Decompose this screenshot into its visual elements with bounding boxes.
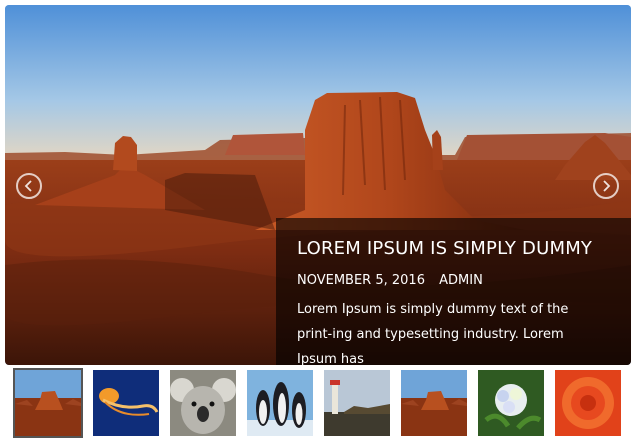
chevron-left-icon — [24, 180, 32, 192]
caption-text: Lorem Ipsum is simply dummy text of the … — [297, 302, 569, 365]
slider-next-button[interactable] — [593, 173, 619, 199]
thumbnail-koala[interactable] — [170, 370, 236, 436]
thumbnail-strip — [13, 368, 635, 440]
slider-prev-button[interactable] — [16, 173, 42, 199]
chrysanthemum-thumbnail-image — [555, 370, 621, 436]
caption-date: NOVEMBER 5, 2016 — [297, 273, 425, 288]
thumbnail-lighthouse[interactable] — [324, 370, 390, 436]
jellyfish-thumbnail-image — [93, 370, 159, 436]
thumbnail-desert-2[interactable] — [401, 370, 467, 436]
thumbnail-desert[interactable] — [13, 368, 83, 438]
caption-author[interactable]: ADMIN — [439, 273, 483, 288]
desert-thumbnail-image-2 — [401, 370, 467, 436]
lighthouse-thumbnail-image — [324, 370, 390, 436]
thumbnail-penguins[interactable] — [247, 370, 313, 436]
koala-thumbnail-image — [170, 370, 236, 436]
thumbnail-jellyfish[interactable] — [93, 370, 159, 436]
thumbnail-hydrangea[interactable] — [478, 370, 544, 436]
desert-thumbnail-image — [15, 370, 81, 436]
slide-caption: LOREM IPSUM IS SIMPLY DUMMY NOVEMBER 5, … — [276, 218, 631, 365]
penguins-thumbnail-image — [247, 370, 313, 436]
thumbnail-chrysanthemum[interactable] — [555, 370, 621, 436]
caption-title[interactable]: LOREM IPSUM IS SIMPLY DUMMY — [297, 238, 592, 259]
image-slider: LOREM IPSUM IS SIMPLY DUMMY NOVEMBER 5, … — [5, 5, 631, 365]
chevron-right-icon — [603, 180, 611, 192]
caption-meta: NOVEMBER 5, 2016 ADMIN — [297, 273, 493, 288]
hydrangea-thumbnail-image — [478, 370, 544, 436]
